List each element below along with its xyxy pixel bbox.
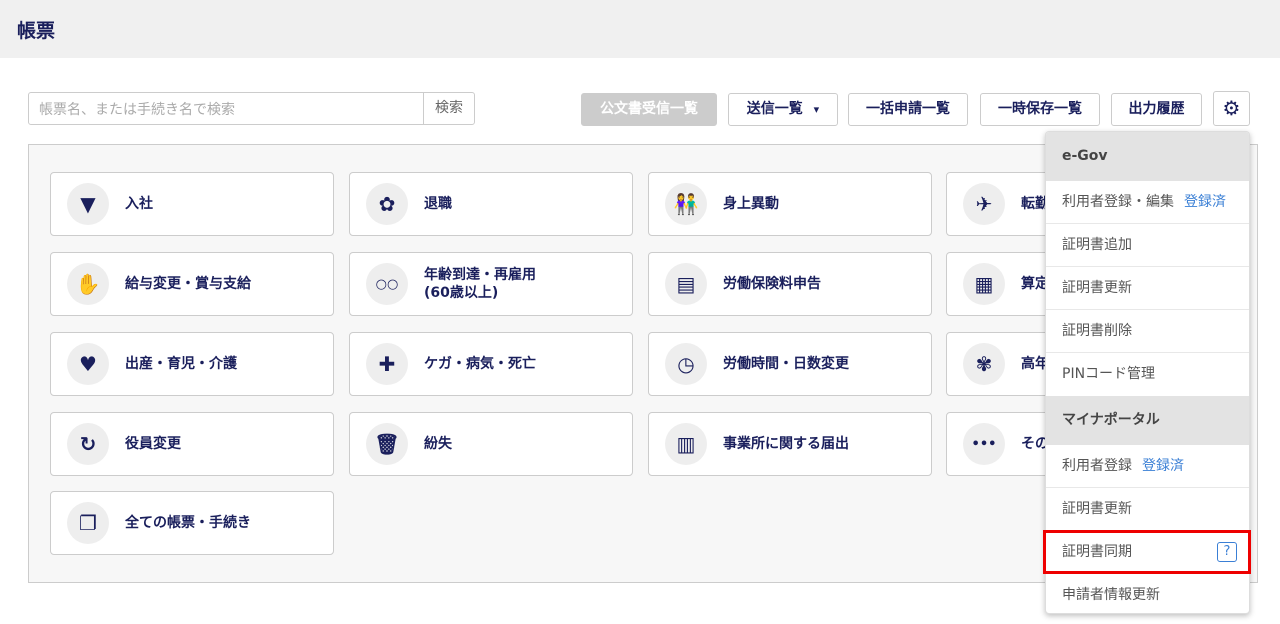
- form-card[interactable]: ▼ 入社: [50, 172, 334, 236]
- sent-list-label: 送信一覧: [746, 101, 803, 117]
- menu-item-label: 利用者登録: [1062, 458, 1132, 474]
- received-documents-button[interactable]: 公文書受信一覧: [581, 93, 717, 126]
- form-card-label: 紛失: [424, 436, 452, 452]
- gear-icon: ⚙: [1222, 96, 1241, 120]
- form-card-label: 労働保険料申告: [723, 276, 821, 292]
- temp-saved-button[interactable]: 一時保存一覧: [980, 93, 1100, 126]
- form-card-label: 全ての帳票・手続き: [125, 515, 251, 531]
- form-card[interactable]: ❐ 全ての帳票・手続き: [50, 491, 334, 555]
- bouquet-icon: ✿: [366, 183, 408, 225]
- form-card[interactable]: 🗑 紛失: [349, 412, 633, 476]
- ellipsis-icon: •••: [963, 423, 1005, 465]
- airplane-icon: ✈: [963, 183, 1005, 225]
- menu-item-label: 利用者登録・編集: [1062, 194, 1174, 210]
- form-card-label: 退職: [424, 196, 452, 212]
- registered-badge: 登録済: [1184, 194, 1226, 210]
- maple-leaf-icon: ✾: [963, 343, 1005, 385]
- form-card-label: 身上異動: [723, 196, 779, 212]
- document-icon: ▤: [665, 263, 707, 305]
- registered-badge: 登録済: [1142, 458, 1184, 474]
- menu-item-myna-registration[interactable]: 利用者登録 登録済: [1046, 445, 1249, 488]
- menu-item-user-registration[interactable]: 利用者登録・編集 登録済: [1046, 181, 1249, 224]
- bulk-application-button[interactable]: 一括申請一覧: [848, 93, 968, 126]
- output-history-button[interactable]: 出力履歴: [1111, 93, 1202, 126]
- menu-item-pin-management[interactable]: PINコード管理: [1046, 353, 1249, 396]
- sent-list-dropdown[interactable]: 送信一覧 ▾: [728, 93, 838, 126]
- form-card-label: 年齢到達・再雇用 (60歳以上): [424, 267, 536, 301]
- glasses-icon: ○○: [366, 263, 408, 305]
- documents-icon: ❐: [67, 502, 109, 544]
- page-header: 帳票: [0, 0, 1280, 58]
- form-card[interactable]: ▤ 労働保険料申告: [648, 252, 932, 316]
- form-card-label: 出産・育児・介護: [125, 356, 237, 372]
- form-card[interactable]: ✋ 給与変更・賞与支給: [50, 252, 334, 316]
- form-card[interactable]: ♥ 出産・育児・介護: [50, 332, 334, 396]
- menu-header-mynaportal: マイナポータル: [1046, 396, 1249, 445]
- building-icon: ▥: [665, 423, 707, 465]
- couple-icon: 👫: [665, 183, 707, 225]
- search-input[interactable]: [28, 92, 424, 125]
- form-card-label: ケガ・病気・死亡: [424, 356, 536, 372]
- menu-item-label: 証明書同期: [1062, 544, 1132, 560]
- search-button[interactable]: 検索: [423, 92, 475, 125]
- caret-down-icon: ▾: [813, 103, 820, 116]
- form-card[interactable]: ◷ 労働時間・日数変更: [648, 332, 932, 396]
- menu-item-delete-cert[interactable]: 証明書削除: [1046, 310, 1249, 353]
- menu-item-update-applicant[interactable]: 申請者情報更新: [1046, 574, 1249, 613]
- calculator-icon: ▦: [963, 263, 1005, 305]
- form-card-label: 事業所に関する届出: [723, 436, 849, 452]
- first-aid-icon: ✚: [366, 343, 408, 385]
- menu-item-renew-cert[interactable]: 証明書更新: [1046, 267, 1249, 310]
- menu-header-egov: e-Gov: [1046, 132, 1249, 181]
- form-card-label: 給与変更・賞与支給: [125, 276, 251, 292]
- form-card-label: 労働時間・日数変更: [723, 356, 849, 372]
- page-title: 帳票: [17, 20, 56, 42]
- hand-coins-icon: ✋: [67, 263, 109, 305]
- necktie-icon: ▼: [67, 183, 109, 225]
- settings-menu: e-Gov 利用者登録・編集 登録済 証明書追加 証明書更新 証明書削除 PINコ…: [1045, 131, 1250, 614]
- form-card[interactable]: ↻ 役員変更: [50, 412, 334, 476]
- form-card-label: 入社: [125, 196, 153, 212]
- menu-item-myna-renew-cert[interactable]: 証明書更新: [1046, 488, 1249, 531]
- form-card-label: 役員変更: [125, 436, 181, 452]
- clock-icon: ◷: [665, 343, 707, 385]
- refresh-icon: ↻: [67, 423, 109, 465]
- help-icon[interactable]: ?: [1217, 542, 1237, 562]
- form-card[interactable]: ○○ 年齢到達・再雇用 (60歳以上): [349, 252, 633, 316]
- form-card[interactable]: ✿ 退職: [349, 172, 633, 236]
- form-card[interactable]: 👫 身上異動: [648, 172, 932, 236]
- heart-icon: ♥: [67, 343, 109, 385]
- form-card[interactable]: ▥ 事業所に関する届出: [648, 412, 932, 476]
- form-card[interactable]: ✚ ケガ・病気・死亡: [349, 332, 633, 396]
- settings-button[interactable]: ⚙: [1213, 91, 1250, 126]
- trash-icon: 🗑: [366, 423, 408, 465]
- menu-item-add-cert[interactable]: 証明書追加: [1046, 224, 1249, 267]
- menu-item-sync-cert[interactable]: 証明書同期?: [1046, 531, 1249, 574]
